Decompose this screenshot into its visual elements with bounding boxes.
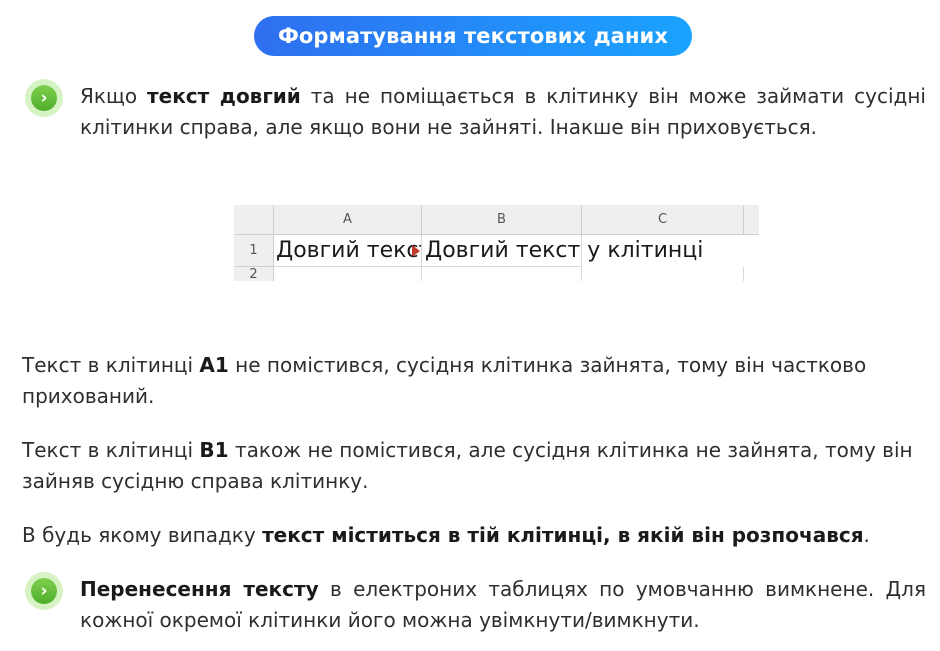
overflow-arrow-icon — [412, 245, 420, 257]
cell-b1: Довгий текст у клітинці — [422, 235, 703, 267]
column-header-b: B — [422, 205, 582, 235]
cell-a1: Довгий текст — [274, 235, 422, 267]
corner-header — [234, 205, 274, 235]
cell-c2 — [582, 267, 744, 281]
row-header-2: 2 — [234, 267, 274, 281]
column-header-a: A — [274, 205, 422, 235]
cell-a2 — [274, 267, 422, 281]
column-header-next — [744, 205, 759, 235]
wrap-paragraph: Перенесення тексту в електроних таблицях… — [80, 574, 926, 636]
cell-b2 — [422, 267, 582, 281]
p2-text-start: Текст в клітинці — [22, 438, 200, 462]
p3-text-start: В будь якому випадку — [22, 523, 263, 547]
bullet-icon: › — [25, 572, 63, 610]
p3-text-end: . — [863, 523, 870, 547]
intro-text-start: Якщо — [80, 84, 148, 108]
intro-bold: текст довгий — [147, 84, 301, 108]
p3-bold: текст міститься в тій клітинці, в якій в… — [262, 523, 864, 547]
spreadsheet-example: A B C 1 2 Довгий текст Довгий текст у кл… — [234, 205, 759, 281]
p2-bold: B1 — [199, 438, 229, 462]
paragraph-summary: В будь якому випадку текст міститься в т… — [22, 520, 922, 551]
chevron-right-icon: › — [31, 578, 57, 604]
intro-paragraph: Якщо текст довгий та не поміщається в кл… — [80, 81, 926, 143]
cell-b1-text: Довгий текст у клітинці — [425, 238, 704, 263]
paragraph-b1: Текст в клітинці B1 також не помістився,… — [22, 435, 922, 497]
p1-text-start: Текст в клітинці — [22, 353, 200, 377]
cell-a1-text: Довгий текст — [276, 238, 422, 263]
paragraph-a1: Текст в клітинці A1 не помістився, сусід… — [22, 350, 922, 412]
page-title: Форматування текстових даних — [254, 16, 692, 56]
row-header-1: 1 — [234, 235, 274, 267]
wrap-bold: Перенесення тексту — [80, 577, 319, 601]
p1-bold: A1 — [199, 353, 229, 377]
column-header-c: C — [582, 205, 744, 235]
chevron-right-icon: › — [31, 85, 57, 111]
bullet-icon: › — [25, 79, 63, 117]
